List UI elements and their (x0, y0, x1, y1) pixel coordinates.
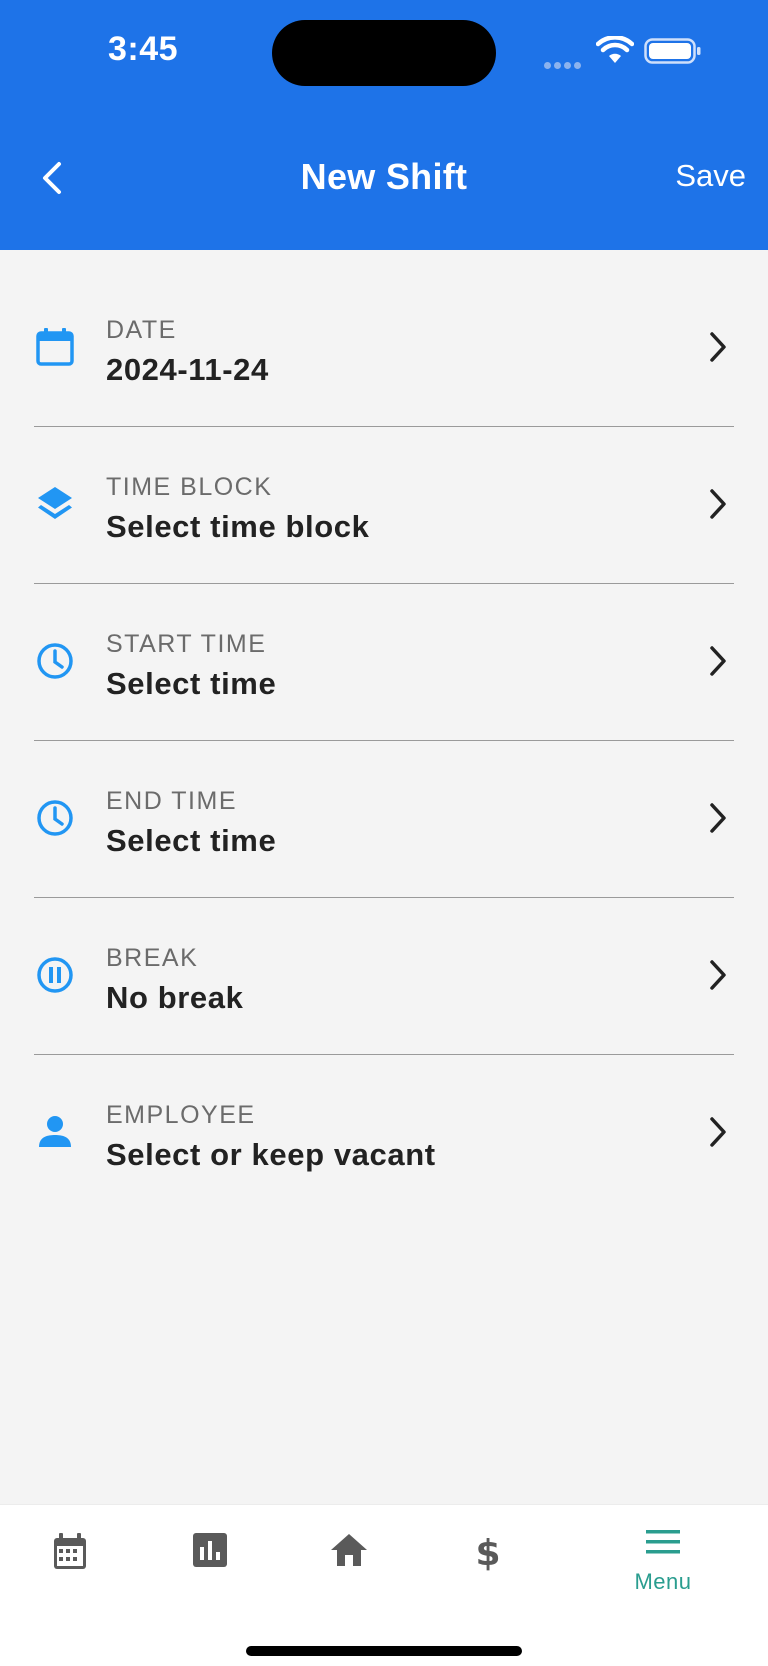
clock-icon (37, 800, 73, 836)
break-label: BREAK (106, 944, 199, 972)
tab-schedule[interactable] (10, 1505, 130, 1615)
employee-label: EMPLOYEE (106, 1101, 256, 1129)
chevron-right-icon (710, 803, 726, 833)
time-block-label: TIME BLOCK (106, 473, 273, 501)
start-time-row[interactable]: START TIME Select time (0, 584, 768, 741)
battery-icon (644, 38, 701, 64)
pause-circle-icon (37, 957, 73, 993)
home-icon (331, 1534, 367, 1566)
wifi-icon (596, 36, 634, 63)
shift-form: DATE 2024-11-24 TIME BLOCK Select time b… (0, 270, 768, 1212)
end-time-value: Select time (106, 823, 277, 858)
svg-text:$: $ (475, 1533, 500, 1571)
chevron-right-icon (710, 1117, 726, 1147)
employee-value: Select or keep vacant (106, 1137, 436, 1172)
end-time-label: END TIME (106, 787, 237, 815)
start-time-value: Select time (106, 666, 277, 701)
date-label: DATE (106, 316, 177, 344)
chevron-right-icon (710, 646, 726, 676)
break-row[interactable]: BREAK No break (0, 898, 768, 1055)
tab-reports[interactable] (150, 1505, 270, 1615)
home-indicator (246, 1646, 522, 1656)
tab-menu[interactable]: Menu (603, 1505, 723, 1615)
calendar-icon (36, 328, 74, 366)
tab-menu-label: Menu (634, 1569, 692, 1594)
status-time: 3:45 (108, 30, 179, 68)
layers-icon (38, 487, 72, 519)
employee-row[interactable]: EMPLOYEE Select or keep vacant (0, 1055, 768, 1212)
time-block-row[interactable]: TIME BLOCK Select time block (0, 427, 768, 584)
page-title: New Shift (300, 156, 468, 197)
time-block-value: Select time block (106, 509, 370, 544)
start-time-label: START TIME (106, 630, 267, 658)
chevron-right-icon (710, 960, 726, 990)
dollar-icon: $ (475, 1533, 500, 1571)
bottom-tab-bar: $ Menu (0, 1504, 768, 1666)
break-value: No break (106, 980, 244, 1015)
chevron-right-icon (710, 489, 726, 519)
cellular-signal-icon (544, 56, 588, 69)
app-header: 3:45 New Shift Save (0, 0, 768, 250)
end-time-row[interactable]: END TIME Select time (0, 741, 768, 898)
tab-home[interactable] (289, 1505, 409, 1615)
person-icon (39, 1116, 71, 1147)
tab-payroll[interactable]: $ (428, 1505, 548, 1615)
menu-icon (646, 1530, 680, 1554)
date-row[interactable]: DATE 2024-11-24 (0, 270, 768, 427)
save-button[interactable]: Save (675, 158, 746, 194)
chevron-right-icon (710, 332, 726, 362)
dynamic-island (272, 20, 496, 86)
date-value: 2024-11-24 (106, 352, 269, 387)
bar-chart-icon (193, 1533, 227, 1567)
clock-icon (37, 643, 73, 679)
calendar-grid-icon (54, 1533, 86, 1569)
